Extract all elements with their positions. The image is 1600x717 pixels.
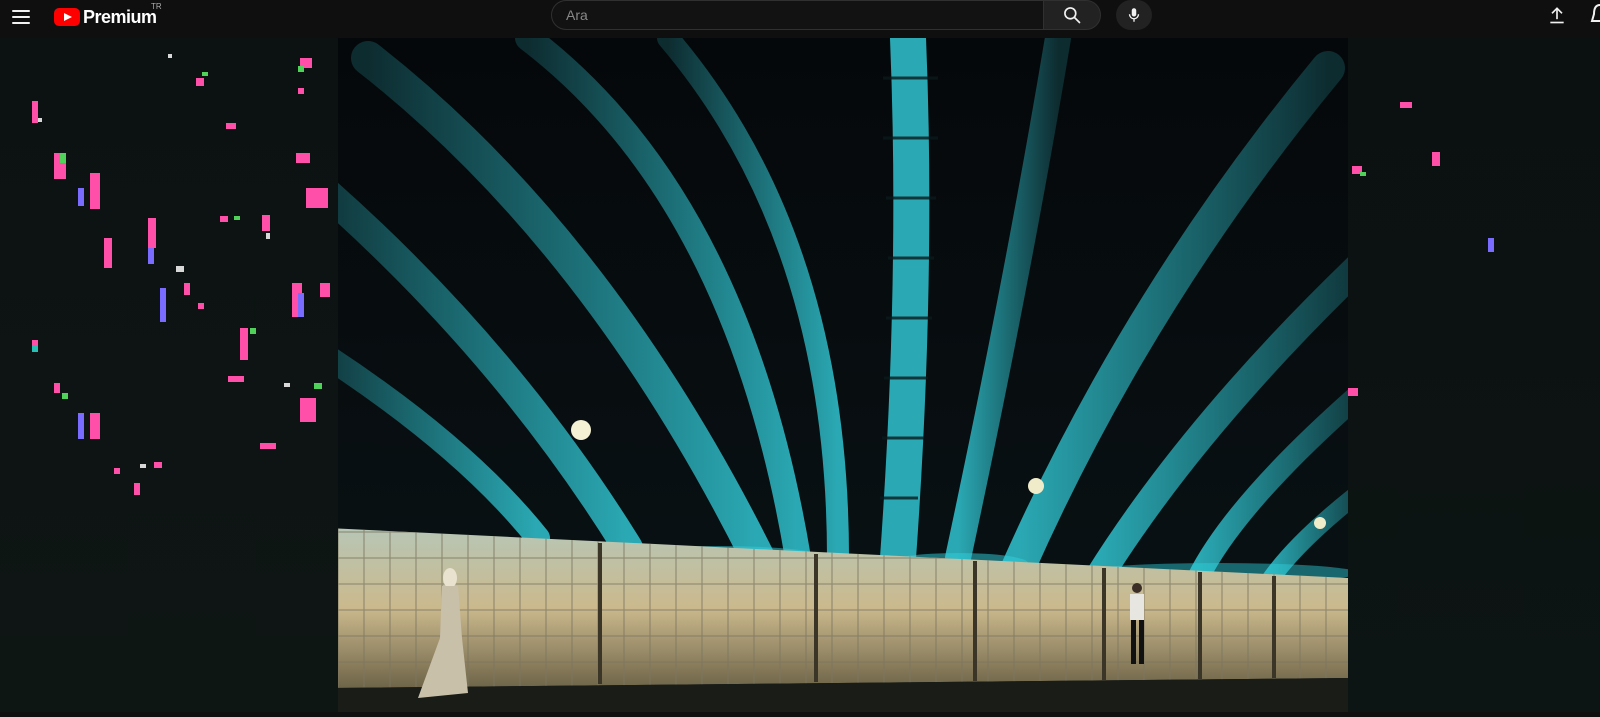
ambient-left-panel <box>0 38 338 712</box>
video-glitch-artifacts-left <box>32 54 330 495</box>
ambient-right-panel <box>1348 38 1600 712</box>
hamburger-menu-icon[interactable] <box>12 5 34 29</box>
video-frame-scene <box>338 38 1348 712</box>
upload-button[interactable] <box>1544 2 1570 28</box>
country-code: TR <box>151 2 162 11</box>
youtube-premium-logo[interactable]: Premium TR <box>54 2 162 31</box>
logo-text: Premium <box>83 6 157 27</box>
search-icon <box>1064 7 1081 24</box>
search-button[interactable] <box>1043 0 1101 30</box>
video-player[interactable] <box>338 38 1348 712</box>
voice-search-button[interactable] <box>1116 0 1152 30</box>
search-input[interactable] <box>552 1 1043 29</box>
bell-icon <box>1590 3 1600 22</box>
notifications-button[interactable] <box>1588 2 1600 28</box>
masthead: Premium TR <box>0 0 1600 38</box>
youtube-play-icon <box>54 8 80 26</box>
microphone-icon <box>1128 8 1140 22</box>
video-glitch-artifacts-right <box>1348 102 1494 396</box>
upload-icon <box>1550 7 1564 24</box>
search-box <box>551 0 1043 30</box>
